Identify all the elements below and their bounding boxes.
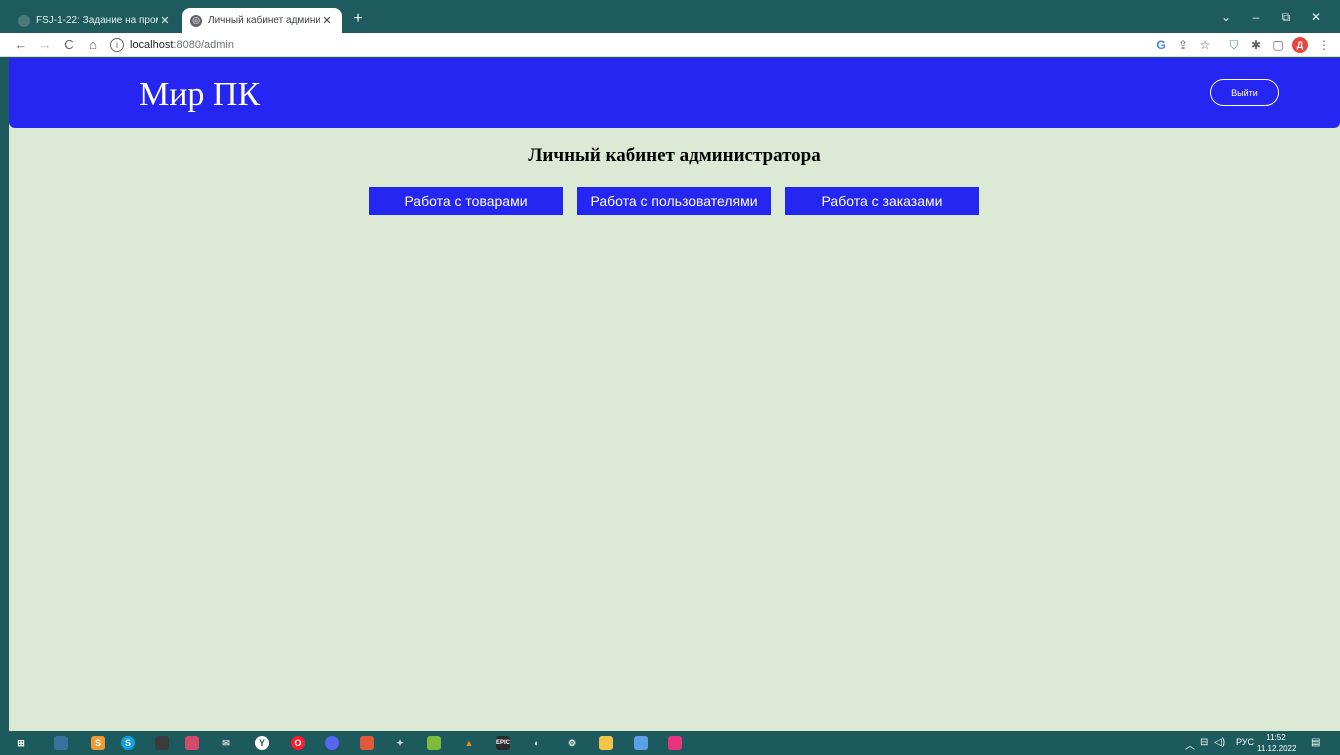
minecraft-icon[interactable] [427, 736, 441, 750]
close-tab-icon[interactable]: ✕ [320, 14, 334, 27]
restore-button[interactable]: ⧉ [1272, 8, 1300, 26]
bookmark-star-icon[interactable]: ☆ [1197, 37, 1213, 53]
globe-icon: ◎ [190, 14, 202, 27]
windows-taskbar: ⊞ S S ✉ Y O ✦ ▲ EPIC ◐ ⚙ ︿ ⊟ ◁) РУС 11:5… [0, 731, 1340, 755]
close-window-button[interactable]: ✕ [1302, 8, 1330, 26]
browser-tab-strip: FSJ-1-22: Задание на промежуто ✕ ◎ Личны… [0, 0, 1340, 33]
logout-button[interactable]: Выйти [1210, 79, 1279, 106]
notepad-icon[interactable] [634, 736, 648, 750]
tab-admin-cabinet[interactable]: ◎ Личный кабинет администратора ✕ [182, 8, 342, 33]
url-host: localhost [130, 39, 174, 51]
vlc-icon[interactable]: ▲ [462, 736, 476, 750]
side-panel-icon[interactable]: ▢ [1270, 37, 1286, 53]
intellij-icon[interactable] [668, 736, 682, 750]
language-indicator[interactable]: РУС [1236, 737, 1254, 747]
site-logo[interactable]: Мир ПК [139, 76, 260, 114]
tab-search-chevron-icon[interactable]: ⌄ [1212, 8, 1240, 26]
extensions-puzzle-icon[interactable]: ✱ [1248, 37, 1264, 53]
file-explorer-icon[interactable] [599, 736, 613, 750]
share-icon[interactable]: ⇪ [1175, 37, 1191, 53]
browser-toolbar: ← → C ⌂ i localhost:8080/admin G ⇪ ☆ ⛉ ✱… [0, 33, 1340, 57]
volume-icon[interactable]: ◁) [1214, 737, 1225, 748]
yandex-browser-icon[interactable]: Y [255, 736, 269, 750]
notifications-icon[interactable]: ▤ [1311, 737, 1320, 748]
system-clock[interactable]: 11:52 11.12.2022 [1257, 732, 1297, 754]
close-tab-icon[interactable]: ✕ [158, 14, 172, 27]
url-path: :8080/admin [173, 39, 234, 51]
users-button[interactable]: Работа с пользователями [577, 187, 771, 215]
app-icon[interactable]: ✦ [393, 736, 407, 750]
media-icon[interactable] [185, 736, 199, 750]
clock-date: 11.12.2022 [1257, 744, 1297, 753]
tab-title: Личный кабинет администратора [208, 15, 320, 26]
skype-icon[interactable]: S [121, 736, 135, 750]
back-button[interactable]: ← [12, 36, 30, 54]
profile-avatar-icon[interactable]: Д [1292, 37, 1308, 53]
settings-icon[interactable]: ⚙ [565, 736, 579, 750]
page-title: Личный кабинет администратора [528, 145, 821, 166]
site-header: Мир ПК Выйти [9, 58, 1340, 128]
shield-extension-icon[interactable]: ⛉ [1226, 37, 1242, 53]
calculator-icon[interactable] [54, 736, 68, 750]
home-button[interactable]: ⌂ [84, 36, 102, 54]
products-button[interactable]: Работа с товарами [369, 187, 563, 215]
clock-time: 11:52 [1266, 733, 1286, 742]
sublime-text-icon[interactable]: S [91, 736, 105, 750]
orders-button[interactable]: Работа с заказами [785, 187, 979, 215]
reload-button[interactable]: C [60, 36, 78, 54]
tab-fsj-task[interactable]: FSJ-1-22: Задание на промежуто ✕ [10, 8, 180, 33]
minimize-button[interactable]: – [1242, 8, 1270, 26]
windows-start-icon[interactable]: ⊞ [14, 736, 28, 750]
steam-icon[interactable]: ◐ [530, 736, 544, 750]
address-bar[interactable]: i localhost:8080/admin [110, 36, 1140, 54]
site-info-icon[interactable]: i [110, 38, 124, 52]
tab-title: FSJ-1-22: Задание на промежуто [36, 15, 158, 26]
page-body: Мир ПК Выйти Личный кабинет администрато… [9, 58, 1340, 731]
discord-icon[interactable] [325, 736, 339, 750]
page-favicon-icon [18, 14, 30, 27]
terminal-icon[interactable] [155, 736, 169, 750]
tray-chevron-icon[interactable]: ︿ [1185, 737, 1195, 752]
epic-games-icon[interactable]: EPIC [496, 736, 510, 750]
mail-icon[interactable]: ✉ [219, 736, 233, 750]
new-tab-button[interactable]: + [348, 9, 368, 29]
google-translate-icon[interactable]: G [1153, 37, 1169, 53]
menu-kebab-icon[interactable]: ⋮ [1316, 37, 1332, 53]
forward-button[interactable]: → [36, 36, 54, 54]
app-icon[interactable] [360, 736, 374, 750]
network-icon[interactable]: ⊟ [1200, 737, 1208, 748]
opera-icon[interactable]: O [291, 736, 305, 750]
